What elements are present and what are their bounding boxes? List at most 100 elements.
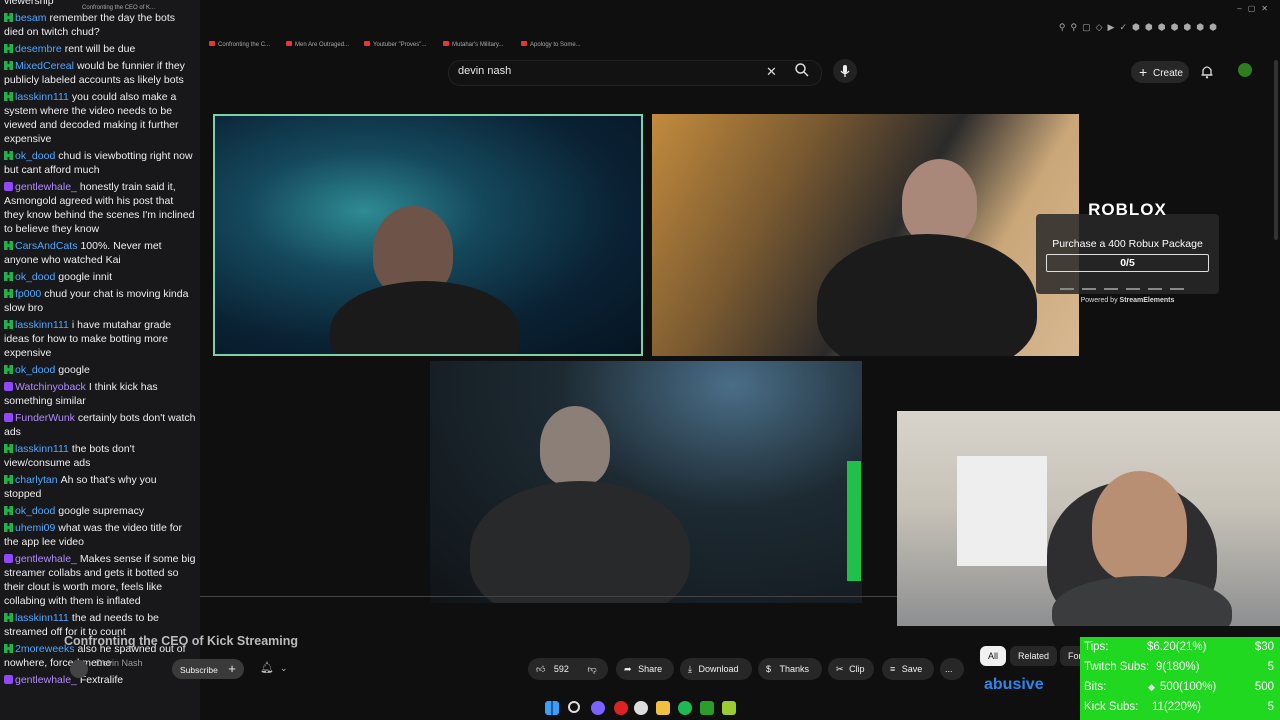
chat-username[interactable]: ok_dood [15,364,55,376]
notifications-bell-icon[interactable] [1200,64,1214,84]
search-taskbar-icon[interactable] [568,701,580,713]
folder-icon[interactable] [656,701,670,715]
chat-username[interactable]: lasskinn111 [15,91,69,103]
bookmark-item[interactable]: Apology to Some... [521,41,581,48]
video-progress-line[interactable] [200,596,897,597]
chip-all[interactable]: All [980,646,1007,666]
search-input[interactable]: devin nash [458,65,511,77]
chat-username[interactable]: gentlewhale_ [15,181,77,193]
bits-icon: ◆ [1148,682,1155,692]
chat-message: charlytan Ah so that's why you stopped [0,472,200,503]
subscriber-badge-icon [4,92,13,101]
notification-bell-icon[interactable]: 🔔︎ [260,661,274,674]
roblox-logo: ROBLOX [1088,200,1167,219]
chip-related[interactable]: Related [1010,646,1058,666]
turbo-badge-icon [4,554,13,563]
chat-text: Fextralife [79,674,124,686]
chat-message: lasskinn111 the bots don't view/consume a… [0,441,200,472]
subscriber-badge-icon [4,151,13,160]
channel-avatar[interactable] [70,660,88,678]
chat-username[interactable]: gentlewhale_ [15,553,77,565]
webcam-panel-guest-2 [430,361,862,603]
chat-username[interactable]: desembre [15,43,62,55]
page-scrollbar[interactable] [1274,60,1278,240]
chevron-down-icon[interactable]: ⌄ [280,663,288,674]
video-title: Confronting the CEO of Kick Streaming [64,634,299,648]
subscriber-badge-icon [4,613,13,622]
chat-text: viewership [4,0,54,7]
app-icon-opera[interactable] [614,701,628,715]
chat-username[interactable]: besam [15,12,47,24]
turbo-badge-icon [4,413,13,422]
chat-username[interactable]: lasskinn111 [15,319,69,331]
subscriber-badge-icon [4,289,13,298]
thanks-button[interactable]: $ Thanks [758,658,822,680]
chat-username[interactable]: MixedCereal [15,60,74,72]
download-button[interactable]: ⤓ Download [680,658,752,680]
share-button[interactable]: ➦ Share [616,658,674,680]
chat-text: rent will be due [64,43,136,55]
chat-username[interactable]: ok_dood [15,150,55,162]
chat-username[interactable]: fp000 [15,288,41,300]
window-controls[interactable]: –▢✕ [1237,4,1274,13]
chat-username[interactable]: ok_dood [15,505,55,517]
bits-goal: 500 [1254,681,1274,693]
bits-value: 500(100%) [1160,681,1217,693]
bookmark-item[interactable]: Mutahar's Military... [443,41,503,48]
clip-label: Clip [849,664,865,674]
bookmark-item[interactable]: Confronting the C... [209,41,270,48]
tips-goal: $30 [1254,641,1274,653]
chat-username[interactable]: gentlewhale_ [15,674,77,686]
chat-username[interactable]: lasskinn111 [15,612,69,624]
bookmark-item[interactable]: Youtuber "Proves"... [364,41,426,48]
thumbs-up-icon: 👍︎ [536,664,546,674]
chat-username[interactable]: FunderWunk [15,412,75,424]
subscriber-badge-icon [4,475,13,484]
more-actions-button[interactable]: ... [940,658,964,680]
channel-name[interactable]: Devin Nash [96,658,143,668]
webcam-panel-host [213,114,643,356]
subscriber-badge-icon [4,506,13,515]
chat-username[interactable]: lasskinn111 [15,443,69,455]
bookmark-item[interactable]: Men Are Outraged... [286,41,349,48]
thanks-label: Thanks [779,664,810,674]
download-label: Download [698,664,739,674]
window-in-room [957,456,1047,566]
like-button[interactable]: 👍︎ 592 👎︎ [528,658,608,680]
save-label: Save [901,664,923,674]
create-label: Create [1152,68,1183,79]
chat-username[interactable]: uhemi09 [15,522,55,534]
kick-subs-value: 11(220%) [1152,701,1202,713]
windows-start-icon[interactable] [545,701,559,715]
app-icon-copilot[interactable] [591,701,605,715]
overlay-text: abusive [984,676,1044,693]
app-icon-extra[interactable] [722,701,736,715]
twitch-subs-goal: 5 [1267,661,1274,673]
subscribe-button[interactable]: Subscribe + [172,659,244,679]
chat-username[interactable]: ok_dood [15,271,55,283]
spotify-icon[interactable] [678,701,692,715]
streamelements-brand: StreamElements [1119,297,1175,304]
app-icon-chrome[interactable] [634,701,648,715]
chat-username[interactable]: charlytan [15,474,58,486]
tips-label: Tips: [1084,641,1109,653]
subscriber-badge-icon [4,320,13,329]
save-button[interactable]: ≡ Save [882,658,934,680]
chat-username[interactable]: Watchinyoback [15,381,86,393]
powered-by-label: Powered by StreamElements [1080,297,1175,304]
clear-search-icon[interactable]: ✕ [766,64,777,80]
browser-tab-title[interactable]: Confronting the CEO of K... [82,5,155,11]
xbox-icon[interactable] [700,701,714,715]
thumbs-down-icon[interactable]: 👎︎ [587,664,596,674]
green-light-strip [847,461,861,581]
create-button[interactable]: + Create [1131,61,1189,83]
microphone-icon[interactable] [833,59,857,83]
person-silhouette [902,159,977,244]
chat-message: Watchinyoback I think kick has something … [0,379,200,410]
avatar[interactable] [1238,63,1252,77]
scissors-icon: ✂ [836,664,844,674]
clip-button[interactable]: ✂ Clip [828,658,874,680]
plus-icon: + [228,661,236,676]
chat-username[interactable]: CarsAndCats [15,240,77,252]
search-icon[interactable] [794,62,810,83]
